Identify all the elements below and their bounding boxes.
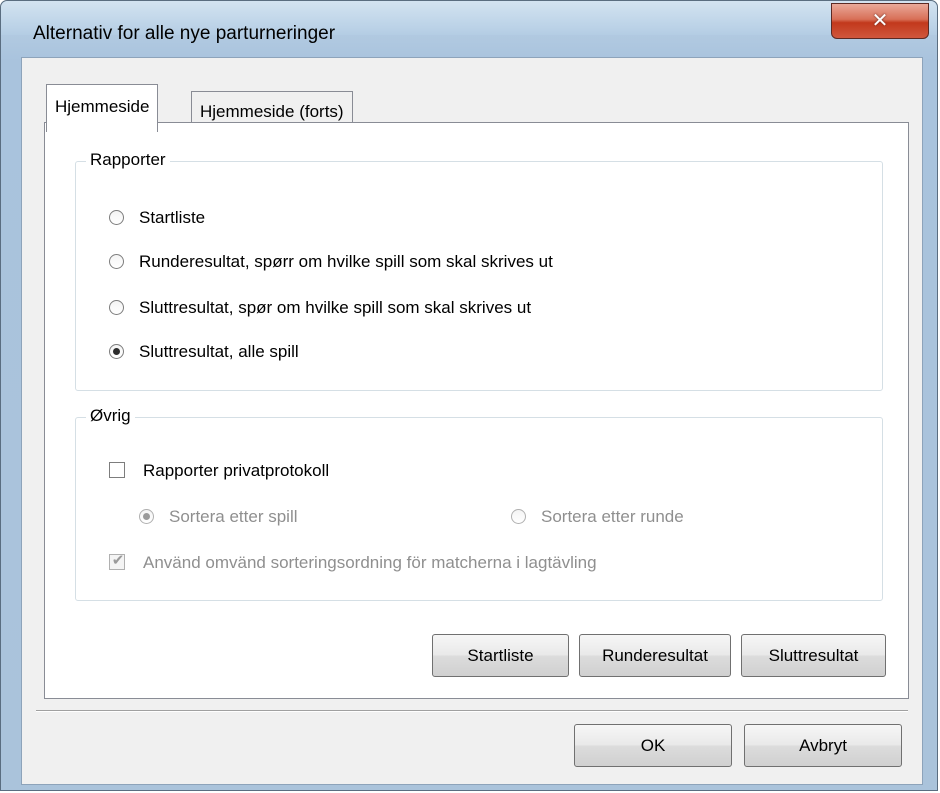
- checkbox-privatprotokoll-label: Rapporter privatprotokoll: [143, 461, 330, 480]
- radio-sortera-runde-indicator[interactable]: [511, 509, 526, 524]
- radio-runderesultat-ask-label: Runderesultat, spørr om hvilke spill som…: [139, 252, 553, 271]
- radio-sluttresultat-all[interactable]: Sluttresultat, alle spill: [109, 342, 299, 362]
- radio-startliste-indicator[interactable]: [109, 210, 124, 225]
- radio-sluttresultat-all-indicator[interactable]: [109, 344, 124, 359]
- radio-sluttresultat-all-label: Sluttresultat, alle spill: [139, 342, 299, 361]
- cancel-button[interactable]: Avbryt: [744, 724, 902, 767]
- checkbox-reverse-sort-box[interactable]: ✔: [109, 551, 125, 570]
- checkbox-reverse-sort[interactable]: ✔ Använd omvänd sorteringsordning för ma…: [109, 551, 597, 573]
- radio-runderesultat-ask-indicator[interactable]: [109, 254, 124, 269]
- rapporter-group-label: Rapporter: [86, 150, 170, 170]
- dialog-client-area: Hjemmeside Hjemmeside (forts) Rapporter …: [21, 57, 923, 785]
- checkbox-privatprotokoll[interactable]: Rapporter privatprotokoll: [109, 461, 329, 481]
- checkbox-reverse-sort-label: Använd omvänd sorteringsordning för matc…: [143, 553, 597, 572]
- startliste-button[interactable]: Startliste: [432, 634, 569, 677]
- radio-sluttresultat-ask-label: Sluttresultat, spør om hvilke spill som …: [139, 298, 532, 317]
- radio-sortera-runde-label: Sortera etter runde: [541, 507, 684, 526]
- window-title: Alternativ for alle nye parturneringer: [33, 23, 336, 44]
- ok-button[interactable]: OK: [574, 724, 732, 767]
- radio-sortera-spill-label: Sortera etter spill: [169, 507, 298, 526]
- checkmark-icon: ✔: [111, 551, 125, 569]
- radio-sluttresultat-ask[interactable]: Sluttresultat, spør om hvilke spill som …: [109, 298, 531, 318]
- runderesultat-button[interactable]: Runderesultat: [579, 634, 731, 677]
- tab-panel: Rapporter Startliste Runderesultat, spør…: [44, 122, 909, 699]
- radio-startliste[interactable]: Startliste: [109, 208, 205, 228]
- radio-sortera-spill[interactable]: Sortera etter spill: [139, 507, 298, 527]
- footer-separator: [36, 710, 908, 712]
- radio-sortera-runde[interactable]: Sortera etter runde: [511, 507, 684, 527]
- tab-hjemmeside[interactable]: Hjemmeside: [46, 84, 159, 132]
- radio-runderesultat-ask[interactable]: Runderesultat, spørr om hvilke spill som…: [109, 252, 553, 272]
- dialog-window: Alternativ for alle nye parturneringer ✕…: [0, 0, 938, 791]
- checkbox-privatprotokoll-box[interactable]: [109, 462, 125, 478]
- close-icon: ✕: [871, 8, 889, 32]
- sluttresultat-button[interactable]: Sluttresultat: [741, 634, 886, 677]
- close-button[interactable]: ✕: [831, 3, 929, 39]
- ovrig-group-label: Øvrig: [86, 406, 135, 426]
- radio-startliste-label: Startliste: [139, 208, 206, 227]
- radio-sluttresultat-ask-indicator[interactable]: [109, 300, 124, 315]
- radio-sortera-spill-indicator[interactable]: [139, 509, 154, 524]
